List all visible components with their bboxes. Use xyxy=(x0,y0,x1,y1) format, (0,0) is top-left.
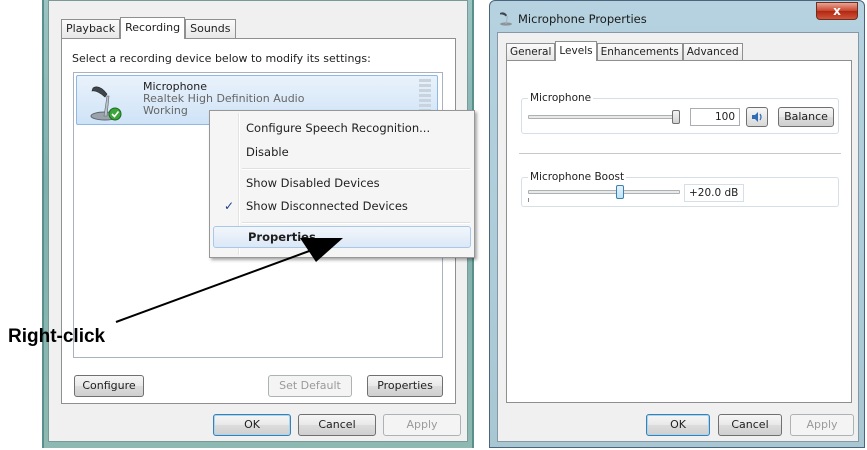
levels-panel: Microphone 100 Balance Microphone Boost xyxy=(506,60,852,403)
mic-tabs: General Levels Enhancements Advanced xyxy=(506,41,743,61)
mic-properties-window: Microphone Properties x General Levels E… xyxy=(489,0,865,448)
speaker-icon xyxy=(752,112,762,122)
tab-recording[interactable]: Recording xyxy=(120,17,186,39)
tab-levels[interactable]: Levels xyxy=(555,41,597,61)
boost-value: +20.0 dB xyxy=(684,184,744,202)
boost-slider-track xyxy=(528,190,680,194)
balance-button[interactable]: Balance xyxy=(778,107,834,127)
tab-advanced[interactable]: Advanced xyxy=(682,43,743,61)
tab-general[interactable]: General xyxy=(506,43,556,61)
microphone-icon xyxy=(500,12,512,26)
mic-ok-button[interactable]: OK xyxy=(646,414,710,436)
window-title: Microphone Properties xyxy=(518,12,647,26)
boost-slider-thumb[interactable] xyxy=(616,185,624,199)
boost-group: Microphone Boost +20.0 dB xyxy=(521,171,839,207)
mic-apply-button[interactable]: Apply xyxy=(790,414,854,436)
microphone-slider-track xyxy=(528,115,678,119)
divider xyxy=(519,153,841,154)
microphone-label: Microphone xyxy=(528,92,594,104)
mic-cancel-button[interactable]: Cancel xyxy=(718,414,782,436)
close-button[interactable]: x xyxy=(816,2,858,20)
tab-enhancements[interactable]: Enhancements xyxy=(596,43,683,61)
boost-label: Microphone Boost xyxy=(528,171,627,183)
microphone-level-field[interactable]: 100 xyxy=(690,108,740,126)
mic-properties-body: General Levels Enhancements Advanced Mic… xyxy=(497,32,859,442)
speaker-button[interactable] xyxy=(746,107,768,127)
microphone-group: Microphone 100 Balance xyxy=(521,92,839,134)
microphone-slider-thumb[interactable] xyxy=(672,110,680,124)
